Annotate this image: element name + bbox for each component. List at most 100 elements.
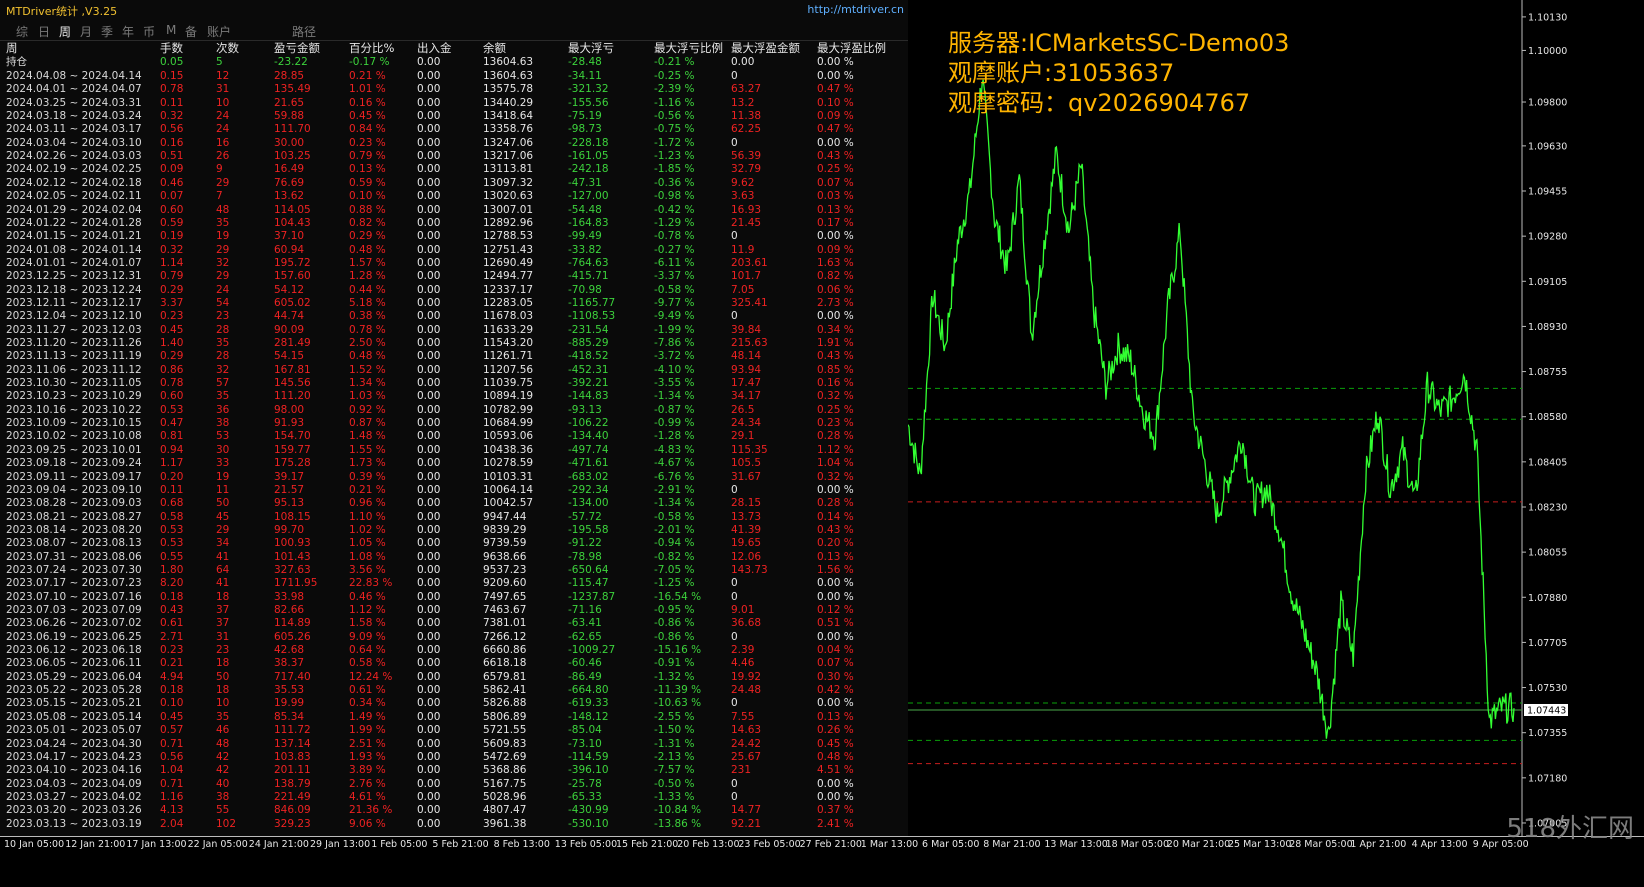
position-row[interactable]: 持仓 0.05 5 -23.22 -0.17 % 0.00 13604.63 -28.48 -0… (0, 56, 908, 69)
table-row[interactable]: 2023.12.11 ~ 2023.12.17 3.37 54 605.02 5.18 … (0, 297, 908, 310)
col-header-io[interactable]: 出入金 (417, 42, 452, 55)
table-row[interactable]: 2023.08.21 ~ 2023.08.27 0.58 45 108.15 1.10 … (0, 511, 908, 524)
table-row[interactable]: 2023.03.13 ~ 2023.03.19 2.04 102 329.23 9.06… (0, 818, 908, 831)
table-row[interactable]: 2023.04.17 ~ 2023.04.23 0.56 42 103.83 1.93 … (0, 751, 908, 764)
tab-3[interactable]: 月 (80, 23, 92, 40)
tab-10[interactable]: 路径 (292, 23, 316, 40)
table-row[interactable]: 2023.10.30 ~ 2023.11.05 0.78 57 145.56 1.34 … (0, 377, 908, 390)
price-chart[interactable]: 1.10130 1.10000 1.09800 1.09630 1.09455 1.092… (908, 0, 1644, 836)
col-header-pct[interactable]: 百分比% (349, 42, 394, 55)
table-row[interactable]: 2024.02.12 ~ 2024.02.18 0.46 29 76.69 0.59 %… (0, 177, 908, 190)
table-row[interactable]: 2024.02.26 ~ 2024.03.03 0.51 26 103.25 0.79 … (0, 150, 908, 163)
table-row[interactable]: 2023.05.01 ~ 2023.05.07 0.57 46 111.72 1.99 … (0, 724, 908, 737)
table-row[interactable]: 2024.03.11 ~ 2024.03.17 0.56 24 111.70 0.84 … (0, 123, 908, 136)
cell-max-float-loss-pct: -7.05 % (654, 563, 695, 576)
col-header-pl[interactable]: 盈亏金额 (274, 42, 320, 55)
cell-pl: 717.40 (274, 670, 311, 683)
table-row[interactable]: 2024.01.01 ~ 2024.01.07 1.14 32 195.72 1.57 … (0, 257, 908, 270)
table-row[interactable]: 2023.05.15 ~ 2023.05.21 0.10 10 19.99 0.34 %… (0, 697, 908, 710)
tab-4[interactable]: 季 (101, 23, 113, 40)
table-row[interactable]: 2024.01.22 ~ 2024.01.28 0.59 35 104.43 0.82 … (0, 217, 908, 230)
cell-max-float-profit: 41.39 (731, 523, 762, 536)
table-row[interactable]: 2023.10.09 ~ 2023.10.15 0.47 38 91.93 0.87 %… (0, 417, 908, 430)
table-row[interactable]: 2024.01.08 ~ 2024.01.14 0.32 29 60.94 0.48 %… (0, 244, 908, 257)
table-row[interactable]: 2023.10.16 ~ 2023.10.22 0.53 36 98.00 0.92 %… (0, 404, 908, 417)
table-row[interactable]: 2024.03.25 ~ 2024.03.31 0.11 10 21.65 0.16 %… (0, 97, 908, 110)
table-row[interactable]: 2023.11.13 ~ 2023.11.19 0.29 28 54.15 0.48 %… (0, 350, 908, 363)
col-header-balance[interactable]: 余额 (483, 42, 506, 55)
table-row[interactable]: 2023.05.22 ~ 2023.05.28 0.18 18 35.53 0.61 %… (0, 684, 908, 697)
table-row[interactable]: 2023.03.27 ~ 2023.04.02 1.16 38 221.49 4.61 … (0, 791, 908, 804)
table-row[interactable]: 2023.08.14 ~ 2023.08.20 0.53 29 99.70 1.02 %… (0, 524, 908, 537)
cell-max-float-loss-pct: -1.23 % (654, 150, 695, 163)
table-row[interactable]: 2023.04.10 ~ 2023.04.16 1.04 42 201.11 3.89 … (0, 764, 908, 777)
col-header-count[interactable]: 次数 (216, 42, 239, 55)
table-row[interactable]: 2023.12.18 ~ 2023.12.24 0.29 24 54.12 0.44 %… (0, 284, 908, 297)
table-row[interactable]: 2023.12.25 ~ 2023.12.31 0.79 29 157.60 1.28 … (0, 270, 908, 283)
table-row[interactable]: 2023.06.19 ~ 2023.06.25 2.71 31 605.26 9.09 … (0, 631, 908, 644)
table-row[interactable]: 2024.02.05 ~ 2024.02.11 0.07 7 13.62 0.10 % 0… (0, 190, 908, 203)
cell-count: 23 (216, 310, 230, 323)
cell-lots: 0.71 (160, 777, 184, 790)
table-row[interactable]: 2023.07.03 ~ 2023.07.09 0.43 37 82.66 1.12 %… (0, 604, 908, 617)
col-header-max-float-loss[interactable]: 最大浮亏 (568, 42, 614, 55)
tab-7[interactable]: M (166, 23, 176, 37)
table-row[interactable]: 2024.03.18 ~ 2024.03.24 0.32 24 59.88 0.45 %… (0, 110, 908, 123)
cell-max-float-loss: -1237.87 (568, 590, 616, 603)
price-chart-svg[interactable]: 1.10130 1.10000 1.09800 1.09630 1.09455 1.092… (908, 0, 1644, 836)
table-row[interactable]: 2023.07.17 ~ 2023.07.23 8.20 41 1711.95 22.8… (0, 577, 908, 590)
table-row[interactable]: 2024.04.01 ~ 2024.04.07 0.78 31 135.49 1.01 … (0, 83, 908, 96)
table-row[interactable]: 2023.10.23 ~ 2023.10.29 0.60 35 111.20 1.03 … (0, 390, 908, 403)
table-row[interactable]: 2023.06.26 ~ 2023.07.02 0.61 37 114.89 1.58 … (0, 617, 908, 630)
table-row[interactable]: 2023.07.31 ~ 2023.08.06 0.55 41 101.43 1.08 … (0, 551, 908, 564)
cell-max-float-loss-pct: -0.50 % (654, 777, 695, 790)
tab-6[interactable]: 币 (143, 23, 155, 40)
table-row[interactable]: 2023.07.24 ~ 2023.07.30 1.80 64 327.63 3.56 … (0, 564, 908, 577)
tab-2[interactable]: 周 (59, 23, 71, 40)
tab-1[interactable]: 日 (38, 23, 50, 40)
table-row[interactable]: 2023.09.25 ~ 2023.10.01 0.94 30 159.77 1.55 … (0, 444, 908, 457)
col-header-max-float-profit[interactable]: 最大浮盈金额 (731, 42, 800, 55)
cell-max-float-loss-pct: -1.33 % (654, 790, 695, 803)
table-row[interactable]: 2023.09.11 ~ 2023.09.17 0.20 19 39.17 0.39 %… (0, 471, 908, 484)
table-row[interactable]: 2023.11.27 ~ 2023.12.03 0.45 28 90.09 0.78 %… (0, 324, 908, 337)
col-header-lots[interactable]: 手数 (160, 42, 183, 55)
tab-9[interactable]: 账户 (207, 23, 231, 40)
table-row[interactable]: 2023.05.29 ~ 2023.06.04 4.94 50 717.40 12.24… (0, 671, 908, 684)
table-row[interactable]: 2023.04.03 ~ 2023.04.09 0.71 40 138.79 2.76 … (0, 778, 908, 791)
table-row[interactable]: 2023.03.20 ~ 2023.03.26 4.13 55 846.09 21.36… (0, 804, 908, 817)
tab-0[interactable]: 综 (16, 23, 28, 40)
cell-io: 0.00 (417, 443, 441, 456)
tab-5[interactable]: 年 (122, 23, 134, 40)
table-row[interactable]: 2023.06.12 ~ 2023.06.18 0.23 23 42.68 0.64 %… (0, 644, 908, 657)
app-url-link[interactable]: http://mtdriver.cn (807, 3, 904, 16)
table-row[interactable]: 2023.08.07 ~ 2023.08.13 0.53 34 100.93 1.05 … (0, 537, 908, 550)
table-row[interactable]: 2024.03.04 ~ 2024.03.10 0.16 16 30.00 0.23 %… (0, 137, 908, 150)
table-row[interactable]: 2024.01.29 ~ 2024.02.04 0.60 48 114.05 0.88 … (0, 204, 908, 217)
cell-io: 0.00 (417, 203, 441, 216)
cell-lots: 3.37 (160, 296, 184, 309)
table-row[interactable]: 2023.08.28 ~ 2023.09.03 0.68 50 95.13 0.96 %… (0, 497, 908, 510)
table-row[interactable]: 2023.11.20 ~ 2023.11.26 1.40 35 281.49 2.50 … (0, 337, 908, 350)
table-row[interactable]: 2024.04.08 ~ 2024.04.14 0.15 12 28.85 0.21 %… (0, 70, 908, 83)
table-row[interactable]: 2023.09.18 ~ 2023.09.24 1.17 33 175.28 1.73 … (0, 457, 908, 470)
col-header-period[interactable]: 周 (6, 42, 18, 55)
cell-balance: 13007.01 (483, 203, 534, 216)
table-row[interactable]: 2024.01.15 ~ 2024.01.21 0.19 19 37.10 0.29 %… (0, 230, 908, 243)
tab-8[interactable]: 备 (185, 23, 197, 40)
col-header-max-float-profit-pct[interactable]: 最大浮盈比例 (817, 42, 886, 55)
table-row[interactable]: 2023.07.10 ~ 2023.07.16 0.18 18 33.98 0.46 %… (0, 591, 908, 604)
table-row[interactable]: 2023.05.08 ~ 2023.05.14 0.45 35 85.34 1.49 %… (0, 711, 908, 724)
cell-pct: 1.73 % (349, 457, 386, 470)
table-row[interactable]: 2023.11.06 ~ 2023.11.12 0.86 32 167.81 1.52 … (0, 364, 908, 377)
table-row[interactable]: 2024.02.19 ~ 2024.02.25 0.09 9 16.49 0.13 % 0… (0, 163, 908, 176)
cell-max-float-loss-pct: -0.91 % (654, 657, 695, 670)
table-row[interactable]: 2023.12.04 ~ 2023.12.10 0.23 23 44.74 0.38 %… (0, 310, 908, 323)
col-header-max-float-loss-pct[interactable]: 最大浮亏比例 (654, 42, 723, 55)
table-row[interactable]: 2023.10.02 ~ 2023.10.08 0.81 53 154.70 1.48 … (0, 430, 908, 443)
cell-max-float-profit: 29.1 (731, 430, 755, 443)
table-row[interactable]: 2023.06.05 ~ 2023.06.11 0.21 18 38.37 0.58 %… (0, 657, 908, 670)
table-row[interactable]: 2023.09.04 ~ 2023.09.10 0.11 11 21.57 0.21 %… (0, 484, 908, 497)
cell-lots: 1.14 (160, 256, 184, 269)
table-row[interactable]: 2023.04.24 ~ 2023.04.30 0.71 48 137.14 2.51 … (0, 738, 908, 751)
